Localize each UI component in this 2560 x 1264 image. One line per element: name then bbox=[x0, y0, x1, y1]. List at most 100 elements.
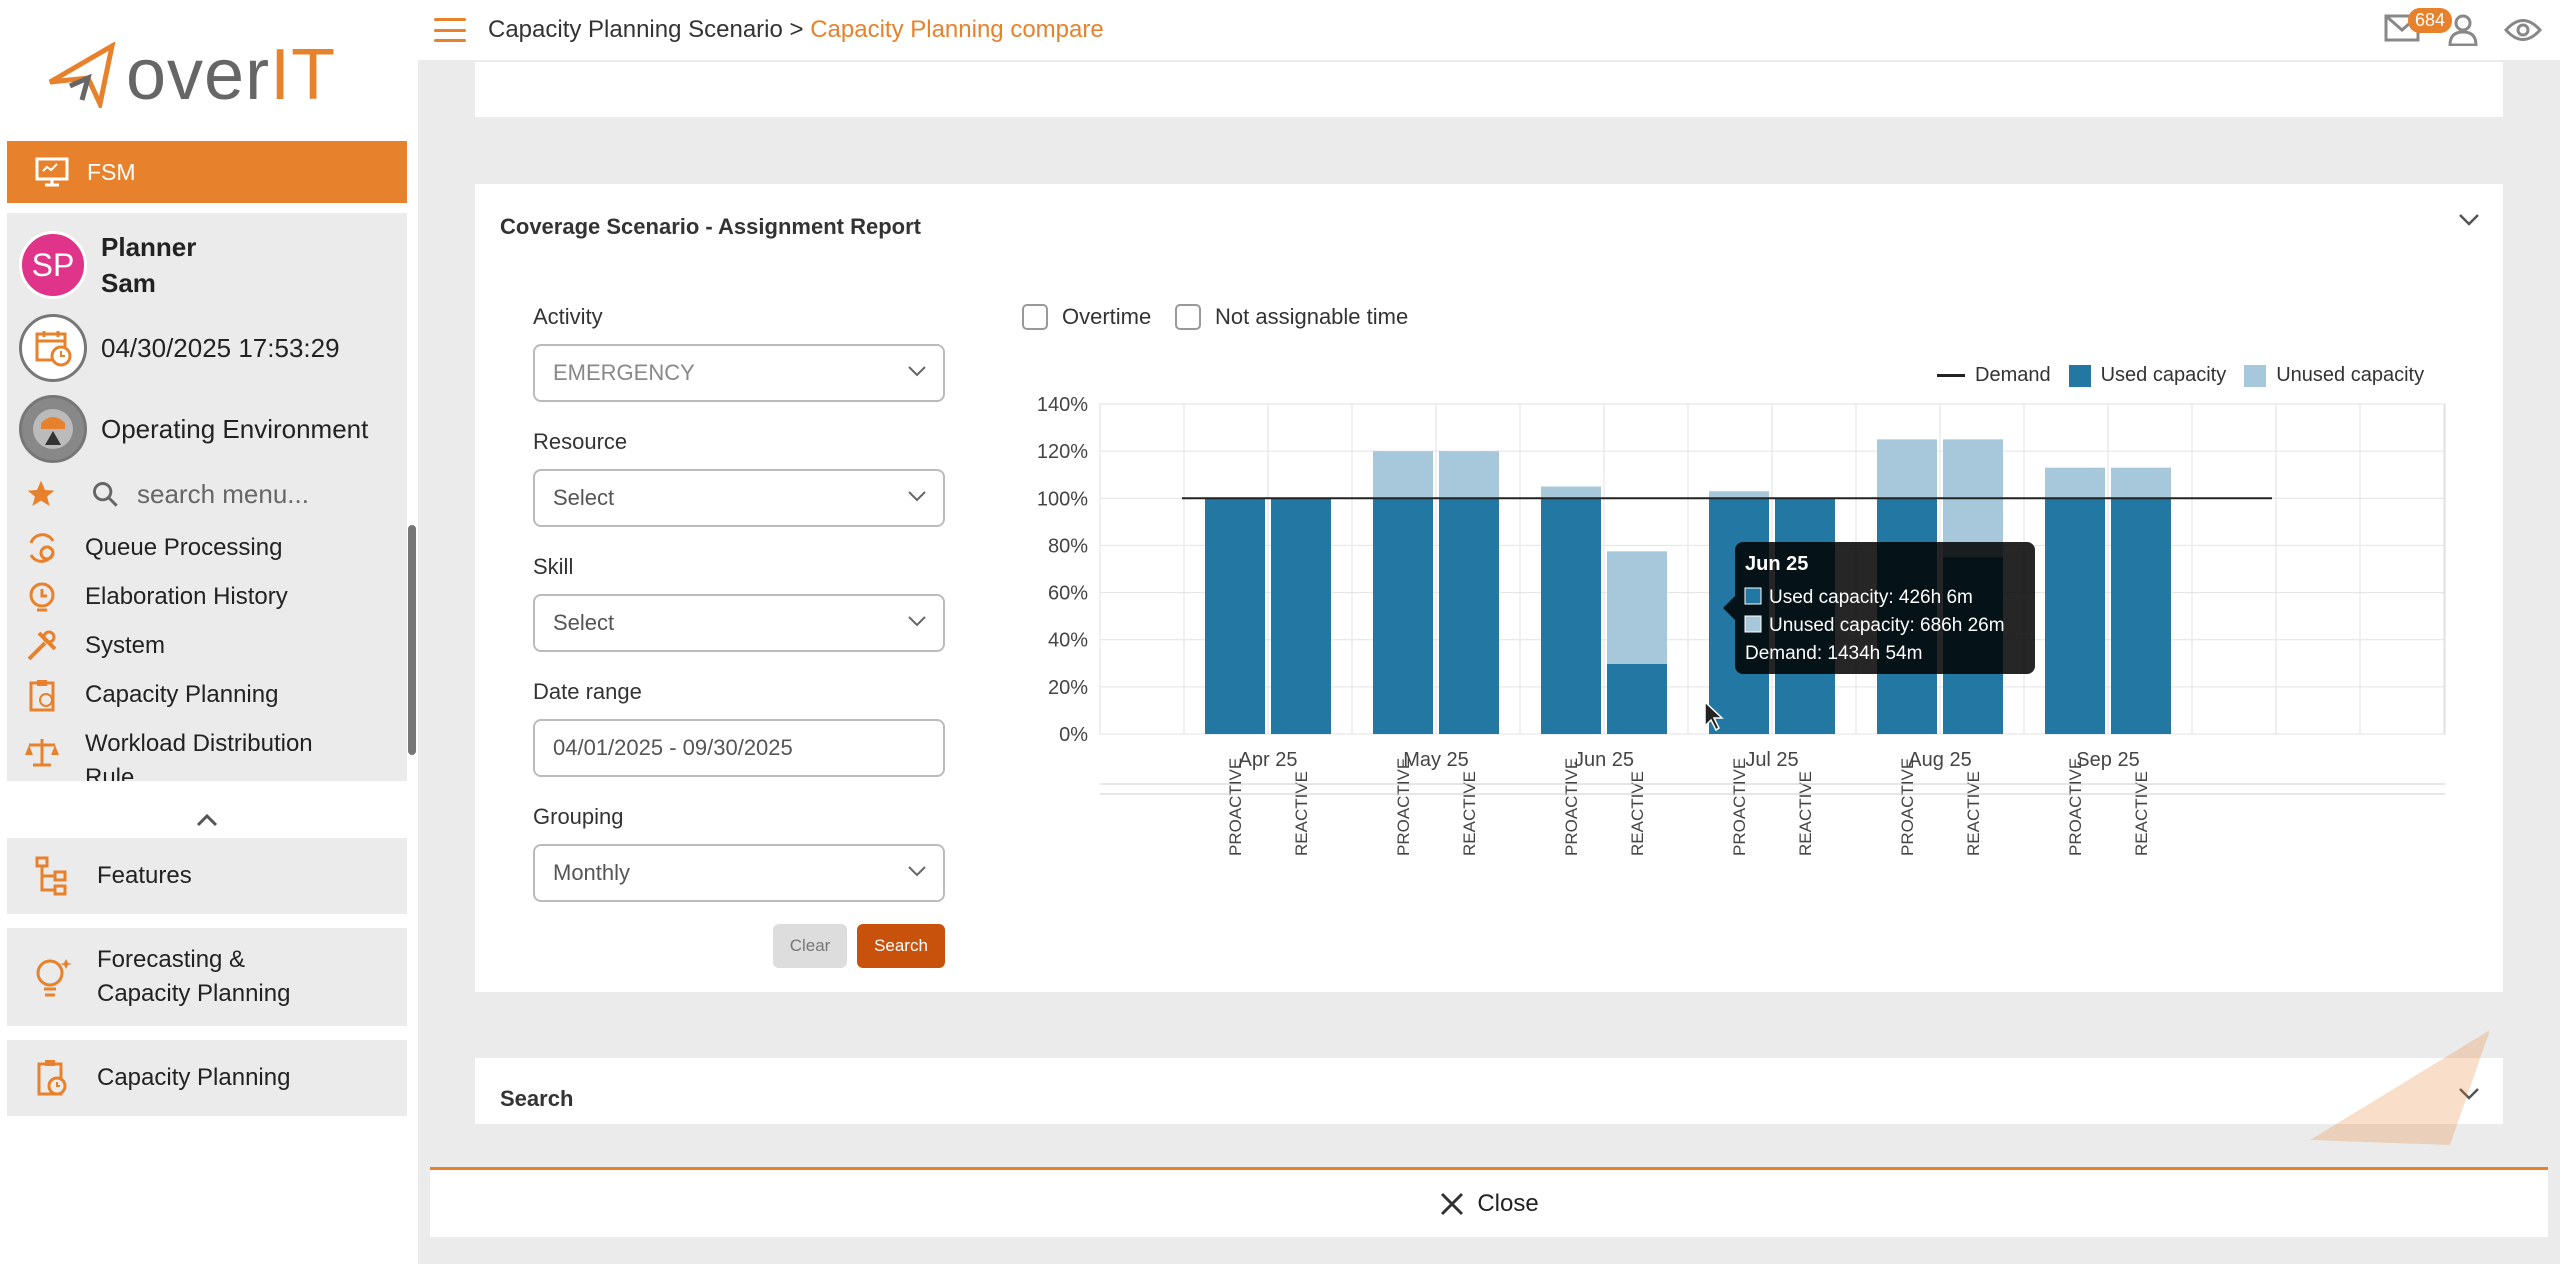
not-assignable-checkbox[interactable]: Not assignable time bbox=[1175, 304, 1408, 330]
y-tick-label: 40% bbox=[1048, 630, 1088, 652]
overtime-checkbox-box[interactable] bbox=[1022, 304, 1048, 330]
legend-used-swatch bbox=[2068, 364, 2091, 387]
bar-unused-capacity bbox=[2045, 467, 2105, 499]
eye-icon[interactable] bbox=[2504, 17, 2542, 43]
tooltip-used-swatch bbox=[1744, 587, 1762, 605]
tools-icon bbox=[27, 630, 57, 661]
close-bar[interactable]: Close bbox=[430, 1167, 2548, 1237]
x-month-label: Sep 25 bbox=[2076, 749, 2139, 771]
logo-wordmark: overIT bbox=[126, 35, 337, 115]
y-tick-label: 120% bbox=[1037, 441, 1088, 463]
user-name: Planner Sam bbox=[101, 229, 196, 301]
breadcrumb-current: Capacity Planning compare bbox=[810, 16, 1104, 43]
nav-features[interactable]: Features bbox=[7, 838, 407, 914]
environment-icon bbox=[19, 395, 87, 463]
search-button[interactable]: Search bbox=[857, 924, 945, 968]
bar-used-capacity bbox=[1607, 663, 1667, 734]
top-icons: 684 bbox=[2384, 0, 2560, 60]
bar-used-capacity bbox=[2045, 498, 2105, 734]
bar-used-capacity bbox=[2111, 498, 2171, 734]
monitor-icon bbox=[35, 157, 69, 187]
legend-unused[interactable]: Unused capacity bbox=[2276, 364, 2424, 387]
overit-logo: overIT bbox=[48, 34, 336, 116]
bar-used-capacity bbox=[1541, 498, 1601, 734]
chevron-down-icon bbox=[908, 866, 926, 877]
grouping-select[interactable]: Monthly bbox=[533, 844, 945, 902]
sidebar-scrollbar[interactable] bbox=[408, 525, 416, 755]
breadcrumb: Capacity Planning Scenario > Capacity Pl… bbox=[488, 16, 1104, 44]
x-group-label: PROACTIVE bbox=[1898, 758, 1917, 856]
nav-forecasting-label-line1: Forecasting & bbox=[97, 946, 246, 973]
x-month-label: Jul 25 bbox=[1745, 749, 1798, 771]
overtime-checkbox[interactable]: Overtime bbox=[1022, 304, 1151, 330]
skill-select[interactable]: Select bbox=[533, 594, 945, 652]
activity-label: Activity bbox=[533, 304, 603, 329]
bar-unused-capacity bbox=[1709, 491, 1769, 499]
nav-forecasting-capacity-planning[interactable]: Forecasting & Capacity Planning bbox=[7, 928, 407, 1026]
overit-logo-icon bbox=[48, 42, 116, 108]
bar-unused-capacity bbox=[2111, 467, 2171, 499]
mail-button[interactable]: 684 bbox=[2384, 7, 2453, 47]
nav-capacity-planning-label: Capacity Planning bbox=[97, 1064, 291, 1091]
x-group-label: PROACTIVE bbox=[1226, 758, 1245, 856]
module-label: FSM bbox=[87, 158, 136, 185]
chevron-down-icon bbox=[908, 366, 926, 377]
history-icon bbox=[29, 582, 55, 612]
activity-select[interactable]: EMERGENCY bbox=[533, 344, 945, 402]
bar-unused-capacity bbox=[1373, 451, 1433, 499]
resource-select[interactable]: Select bbox=[533, 469, 945, 527]
sidebar-item-label: Queue Processing bbox=[85, 534, 283, 561]
clear-button[interactable]: Clear bbox=[773, 924, 847, 968]
sidebar-item-elaboration-history[interactable]: Elaboration History bbox=[25, 580, 288, 614]
user-info-panel: SP Planner Sam 04/30/2025 17:53:29 Opera… bbox=[7, 213, 407, 781]
skill-value: Select bbox=[553, 610, 615, 635]
sidebar-item-queue-processing[interactable]: Queue Processing bbox=[25, 531, 282, 565]
bar-unused-capacity bbox=[1541, 486, 1601, 499]
sidebar-item-system[interactable]: System bbox=[25, 629, 165, 663]
breadcrumb-root[interactable]: Capacity Planning Scenario bbox=[488, 16, 783, 43]
tooltip-unused: Unused capacity: 686h 26m bbox=[1769, 615, 2005, 636]
previous-card bbox=[475, 62, 2503, 117]
bar-used-capacity bbox=[1439, 498, 1499, 734]
nav-capacity-planning[interactable]: Capacity Planning bbox=[7, 1040, 407, 1116]
sidebar-item-label: Elaboration History bbox=[85, 583, 288, 610]
lightbulb-icon bbox=[36, 959, 72, 997]
environment-row[interactable]: Operating Environment bbox=[19, 395, 368, 463]
sidebar-item-label: System bbox=[85, 632, 166, 659]
collapse-chevron-up-icon[interactable] bbox=[195, 812, 219, 833]
y-tick-label: 100% bbox=[1037, 488, 1088, 510]
close-icon bbox=[1441, 1192, 1464, 1215]
date-range-label: Date range bbox=[533, 679, 642, 704]
overtime-label: Overtime bbox=[1062, 304, 1152, 329]
user-icon[interactable] bbox=[2448, 14, 2478, 46]
user-row[interactable]: SP Planner Sam bbox=[19, 229, 196, 301]
chart-tooltip: Jun 25 Used capacity: 426h 6m Unused capac… bbox=[1723, 542, 2035, 674]
x-month-label: Aug 25 bbox=[1908, 749, 1971, 771]
user-last-name: Sam bbox=[101, 268, 156, 298]
capacity-chart: 0%20%40%60%80%100%120%140%PROACTIVE REACT… bbox=[1037, 394, 2446, 856]
legend-demand[interactable]: Demand bbox=[1975, 364, 2051, 387]
sidebar-item-workload-distribution-rule[interactable]: Workload Distribution Rule bbox=[25, 727, 315, 781]
scale-icon bbox=[25, 739, 59, 767]
date-range-input[interactable]: 04/01/2025 - 09/30/2025 bbox=[533, 719, 945, 777]
avatar: SP bbox=[19, 231, 87, 299]
environment-label: Operating Environment bbox=[101, 413, 369, 444]
grouping-value: Monthly bbox=[553, 860, 631, 885]
resource-value: Select bbox=[553, 485, 615, 510]
datetime-row: 04/30/2025 17:53:29 bbox=[19, 314, 340, 382]
not-assignable-checkbox-box[interactable] bbox=[1175, 304, 1201, 330]
module-fsm[interactable]: FSM bbox=[7, 141, 407, 203]
tooltip-used: Used capacity: 426h 6m bbox=[1769, 587, 1973, 608]
sidebar-item-capacity-planning[interactable]: Capacity Planning bbox=[25, 678, 278, 712]
bar-used-capacity bbox=[1373, 498, 1433, 734]
legend-used[interactable]: Used capacity bbox=[2101, 364, 2227, 387]
clipboard-clock-icon bbox=[37, 1060, 67, 1096]
chevron-down-icon[interactable] bbox=[2457, 212, 2481, 228]
x-group-label: PROACTIVE bbox=[2066, 758, 2085, 856]
menu-search-input[interactable]: search menu... bbox=[137, 479, 309, 510]
star-icon[interactable] bbox=[25, 478, 57, 510]
chevron-down-icon bbox=[908, 491, 926, 502]
nav-features-label: Features bbox=[97, 862, 192, 889]
hamburger-menu-icon[interactable] bbox=[434, 18, 466, 42]
bar-unused-capacity bbox=[1877, 439, 1937, 499]
